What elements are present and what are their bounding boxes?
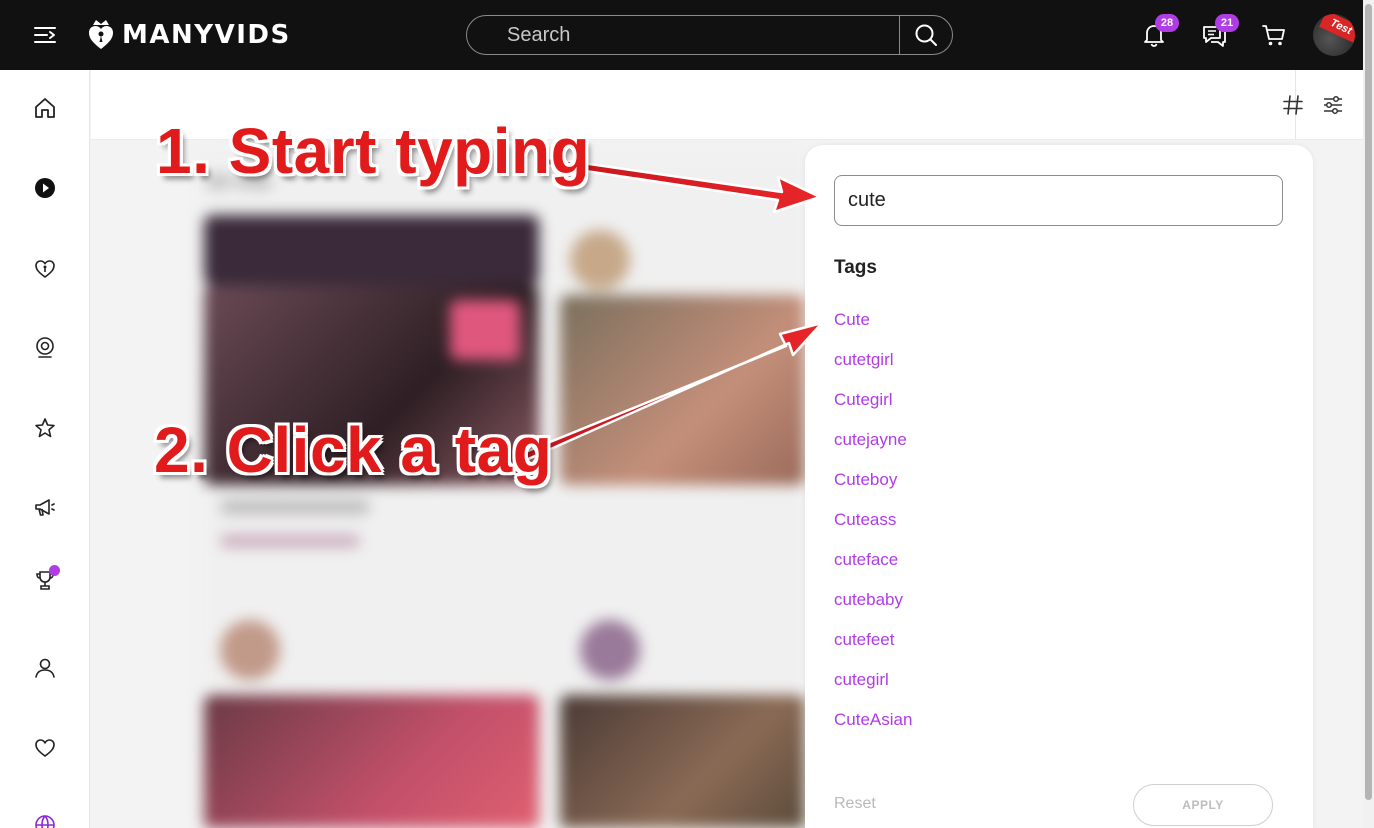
tag-filter-panel: Tags Cute cutetgirl Cutegirl cutejayne C… xyxy=(805,145,1313,828)
user-icon xyxy=(35,658,55,678)
notifications-badge: 28 xyxy=(1155,14,1179,32)
messages-button[interactable]: 21 xyxy=(1199,14,1239,50)
tag-search-input[interactable] xyxy=(834,175,1283,226)
tag-option[interactable]: CuteAsian xyxy=(834,709,912,749)
search-bar xyxy=(466,15,953,55)
tag-option[interactable]: cuteface xyxy=(834,549,912,589)
cart-button[interactable] xyxy=(1259,20,1289,50)
sidebar-item-home[interactable] xyxy=(30,93,60,123)
megaphone-icon xyxy=(35,499,55,516)
sidebar-item-network[interactable] xyxy=(30,810,60,828)
page-scrollbar[interactable] xyxy=(1363,0,1374,828)
video-thumbnail[interactable] xyxy=(204,695,539,828)
scrollbar-thumb[interactable] xyxy=(1365,4,1372,800)
video-title-placeholder xyxy=(220,500,370,514)
tag-option[interactable]: cutetgirl xyxy=(834,349,912,389)
tag-option[interactable]: Cuteass xyxy=(834,509,912,549)
globe-icon xyxy=(35,815,55,828)
video-meta-placeholder xyxy=(220,535,360,547)
apply-button[interactable]: APPLY xyxy=(1133,784,1273,826)
logo-text: MANYVIDS xyxy=(122,20,291,50)
creator-icon xyxy=(35,260,55,278)
user-avatar[interactable]: Test xyxy=(1313,14,1355,56)
tag-option[interactable]: Cutegirl xyxy=(834,389,912,429)
thumbnail-highlight xyxy=(450,300,520,360)
tag-suggestion-list: Cute cutetgirl Cutegirl cutejayne Cutebo… xyxy=(834,309,912,749)
sliders-icon xyxy=(1324,95,1342,115)
heart-crown-icon xyxy=(89,20,113,49)
search-button[interactable] xyxy=(899,16,952,54)
filters-button[interactable] xyxy=(1320,92,1346,118)
sidebar-item-creators[interactable] xyxy=(30,253,60,283)
notifications-button[interactable]: 28 xyxy=(1139,14,1179,50)
video-thumbnail[interactable] xyxy=(560,695,805,828)
video-card-header xyxy=(204,215,539,285)
menu-toggle-icon[interactable] xyxy=(33,24,57,46)
play-icon xyxy=(35,178,55,198)
hashtag-icon xyxy=(1283,95,1303,115)
star-icon xyxy=(35,418,55,438)
heart-icon xyxy=(35,739,55,757)
tag-option[interactable]: Cuteboy xyxy=(834,469,912,509)
tags-heading: Tags xyxy=(834,257,877,278)
creator-avatar xyxy=(580,620,640,680)
annotation-step-2: 2. Click a tag xyxy=(154,414,553,486)
webcam-icon xyxy=(36,337,54,358)
reset-button[interactable]: Reset xyxy=(834,795,876,813)
sidebar-item-promotions[interactable] xyxy=(30,493,60,523)
cart-icon xyxy=(1262,25,1285,46)
sidebar xyxy=(0,70,90,828)
sidebar-item-wishlist[interactable] xyxy=(30,733,60,763)
sidebar-item-favorites[interactable] xyxy=(30,413,60,443)
home-icon xyxy=(35,98,55,118)
annotation-step-1: 1. Start typing xyxy=(156,115,591,187)
messages-badge: 21 xyxy=(1215,14,1239,32)
creator-avatar xyxy=(570,230,630,290)
search-input[interactable] xyxy=(467,16,900,54)
tag-option[interactable]: cutejayne xyxy=(834,429,912,469)
video-thumbnail[interactable] xyxy=(560,295,805,485)
tag-option[interactable]: cutebaby xyxy=(834,589,912,629)
sidebar-item-videos[interactable] xyxy=(30,173,60,203)
sidebar-item-live[interactable] xyxy=(30,333,60,363)
tags-filter-button[interactable] xyxy=(1280,92,1306,118)
sidebar-item-profile[interactable] xyxy=(30,653,60,683)
sidebar-item-contests[interactable] xyxy=(30,565,60,595)
blurred-video-grid: All Vids xyxy=(200,150,805,828)
contests-notification-dot xyxy=(49,565,60,576)
manyvids-logo[interactable]: MANYVIDS xyxy=(88,18,291,52)
creator-avatar xyxy=(220,620,280,680)
tag-option[interactable]: cutefeet xyxy=(834,629,912,669)
avatar-label: Test xyxy=(1319,14,1355,44)
search-icon xyxy=(915,24,937,46)
top-header: MANYVIDS 28 21 Test xyxy=(0,0,1374,70)
tag-option[interactable]: Cute xyxy=(834,309,912,349)
tag-option[interactable]: cutegirl xyxy=(834,669,912,709)
